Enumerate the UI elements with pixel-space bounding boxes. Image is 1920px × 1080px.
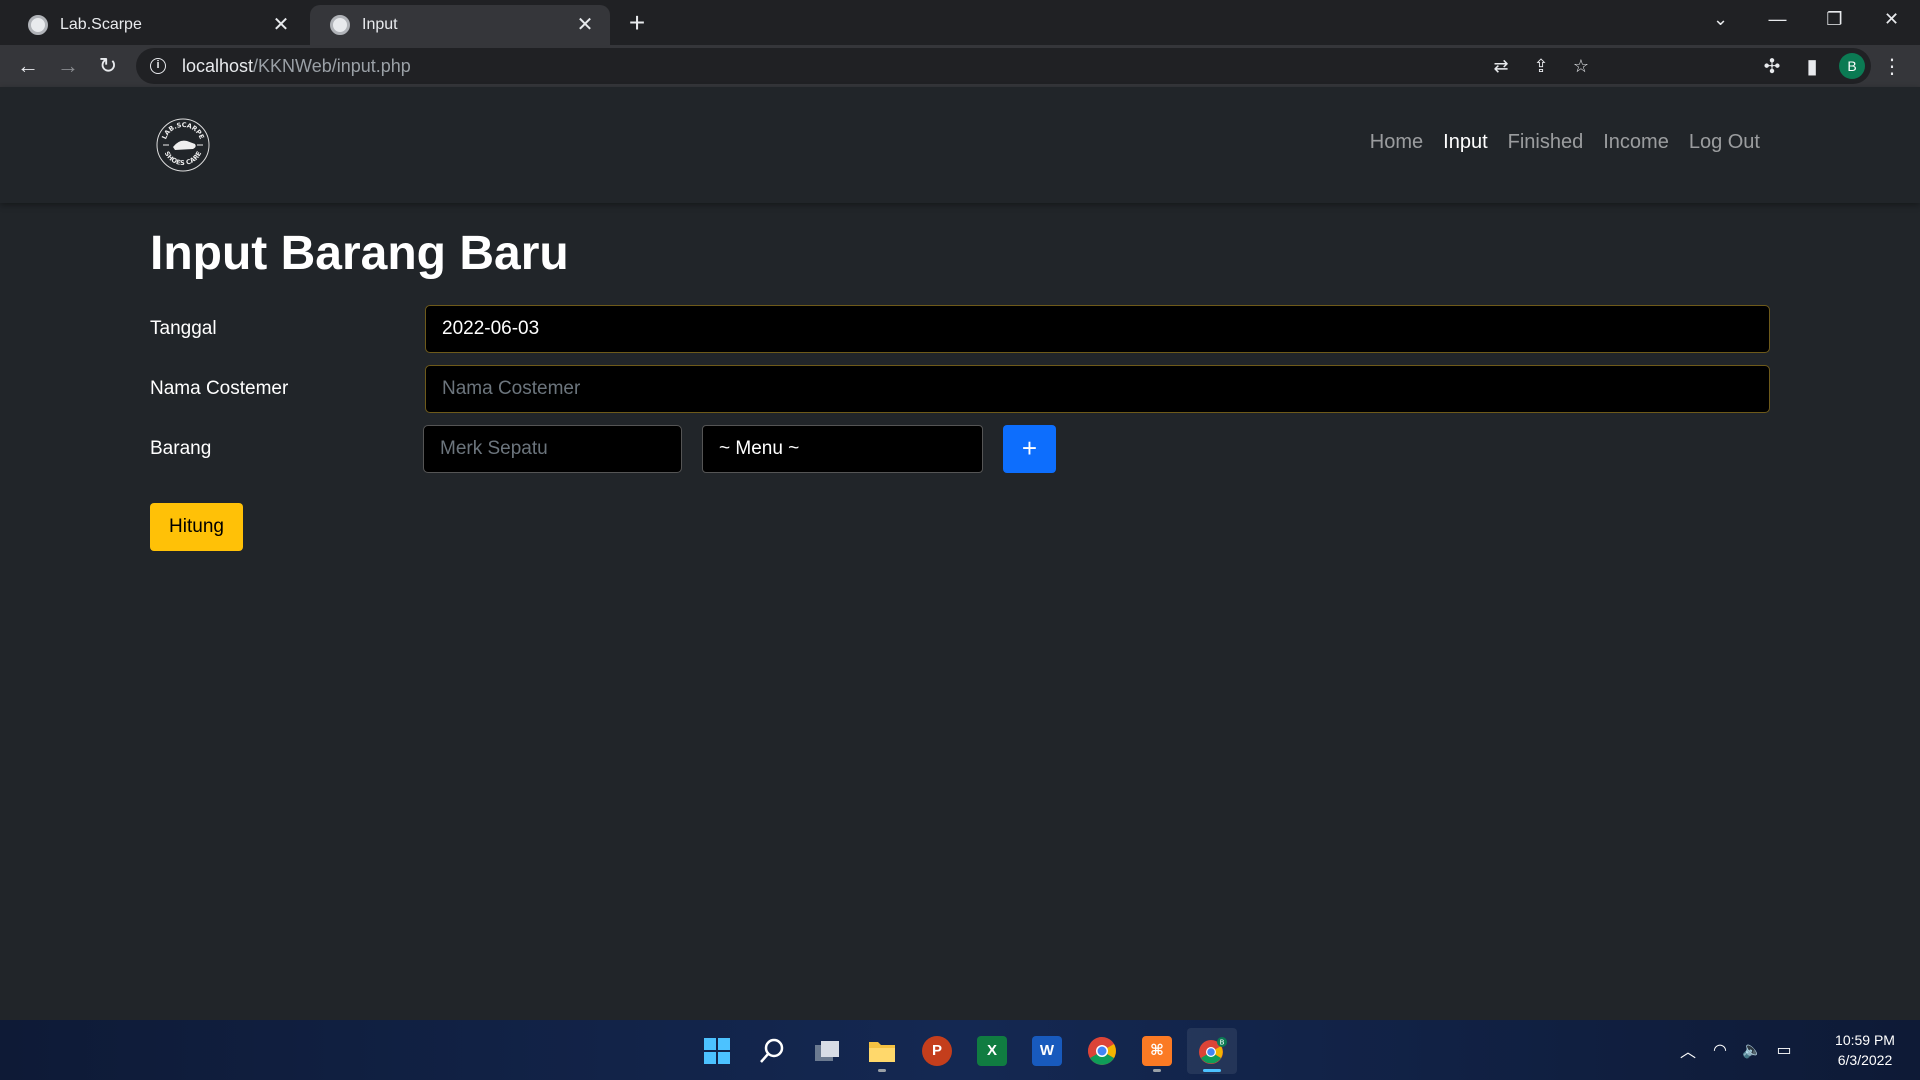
powerpoint-icon: P [922, 1036, 952, 1066]
search-button[interactable] [747, 1028, 797, 1074]
minimize-icon[interactable]: — [1749, 0, 1806, 38]
volume-icon[interactable]: 🔈 [1736, 1040, 1768, 1060]
chrome-profile-icon: B [1199, 1037, 1227, 1064]
page-title: Input Barang Baru [150, 227, 569, 280]
nav-link-log-out[interactable]: Log Out [1689, 131, 1760, 154]
active-indicator [1203, 1069, 1221, 1072]
omnibox-actions: ⇄ ⇪ ☆ [1481, 48, 1601, 84]
form-container: Input Barang Baru Tanggal 2022-06-03 Nam… [150, 203, 1770, 551]
share-icon[interactable]: ⇪ [1521, 56, 1561, 77]
forward-icon[interactable]: → [52, 50, 84, 82]
svg-text:LAB.SCARPE: LAB.SCARPE [160, 121, 206, 141]
barang-row: Barang Merk Sepatu ~ Menu ~ + [150, 425, 1770, 473]
barang-label: Barang [150, 438, 212, 459]
clock-date: 6/3/2022 [1837, 1052, 1893, 1068]
task-view-button[interactable] [802, 1028, 852, 1074]
tanggal-label: Tanggal [150, 318, 217, 339]
wifi-icon[interactable]: ◠ [1704, 1040, 1736, 1060]
folder-icon [869, 1042, 895, 1062]
kebab-menu-icon[interactable]: ⋮ [1872, 54, 1912, 79]
browser-tab-input[interactable]: Input ✕ [310, 5, 610, 45]
merk-sepatu-input[interactable]: Merk Sepatu [423, 425, 682, 473]
start-button[interactable] [692, 1028, 742, 1074]
add-item-button[interactable]: + [1003, 425, 1056, 473]
system-tray: ︿ ◠ 🔈 ▭ 10:59 PM 6/3/2022 [1672, 1020, 1920, 1080]
close-icon[interactable]: ✕ [270, 14, 292, 36]
running-indicator [1153, 1069, 1161, 1072]
xampp-button[interactable]: ⌘ [1132, 1028, 1182, 1074]
translate-icon[interactable]: ⇄ [1481, 56, 1521, 77]
windows-start-icon [704, 1038, 730, 1064]
address-bar[interactable]: i localhost/KKNWeb/input.php ⇄ ⇪ ☆ [136, 48, 1871, 84]
chrome-icon [1088, 1037, 1116, 1065]
url-text[interactable]: localhost/KKNWeb/input.php [182, 56, 411, 77]
globe-icon [28, 15, 48, 35]
nav-link-income[interactable]: Income [1603, 131, 1669, 154]
back-icon[interactable]: ← [12, 50, 44, 82]
window-controls: ⌄ — ❐ ✕ [1692, 0, 1920, 38]
powerpoint-button[interactable]: P [912, 1028, 962, 1074]
browser-tab-lab-scarpe[interactable]: Lab.Scarpe ✕ [8, 5, 306, 45]
close-icon[interactable]: ✕ [574, 14, 596, 36]
windows-taskbar: P X W ⌘ B ︿ ◠ 🔈 ▭ 10:59 PM 6/3/2022 [0, 1020, 1920, 1080]
nav-link-home[interactable]: Home [1370, 131, 1423, 154]
side-panel-icon[interactable]: ▮ [1792, 54, 1832, 79]
nav-link-finished[interactable]: Finished [1508, 131, 1584, 154]
main-navigation: Home Input Finished Income Log Out [1350, 131, 1760, 154]
close-window-icon[interactable]: ✕ [1863, 0, 1920, 38]
restore-icon[interactable]: ❐ [1806, 0, 1863, 38]
excel-button[interactable]: X [967, 1028, 1017, 1074]
chrome-button[interactable] [1077, 1028, 1127, 1074]
word-icon: W [1032, 1036, 1062, 1066]
browser-tab-strip: Lab.Scarpe ✕ Input ✕ + ⌄ — ❐ ✕ [0, 0, 1920, 45]
nav-link-input[interactable]: Input [1443, 131, 1487, 154]
browser-toolbar: ← → ↻ i localhost/KKNWeb/input.php ⇄ ⇪ ☆… [0, 45, 1920, 87]
running-indicator [878, 1069, 886, 1072]
menu-select[interactable]: ~ Menu ~ [702, 425, 983, 473]
hitung-button[interactable]: Hitung [150, 503, 243, 551]
info-icon[interactable]: i [150, 58, 166, 74]
chrome-profile-button[interactable]: B [1187, 1028, 1237, 1074]
nama-costemer-row: Nama Costemer Nama Costemer [150, 365, 1770, 413]
tab-title: Input [362, 16, 398, 33]
svg-text:B: B [1220, 1039, 1225, 1047]
extensions-icon[interactable]: ✣ [1752, 54, 1792, 79]
clock-time: 10:59 PM [1835, 1032, 1895, 1048]
task-view-icon [815, 1041, 839, 1061]
taskbar-apps: P X W ⌘ B [692, 1028, 1242, 1074]
chevron-up-icon[interactable]: ︿ [1672, 1038, 1704, 1062]
profile-avatar[interactable]: B [1839, 53, 1865, 79]
bookmark-star-icon[interactable]: ☆ [1561, 56, 1601, 77]
tab-title: Lab.Scarpe [60, 16, 142, 33]
nama-costemer-label: Nama Costemer [150, 378, 289, 399]
excel-icon: X [977, 1036, 1007, 1066]
lab-scarpe-logo[interactable]: LAB.SCARPE SHOES CARE [155, 117, 211, 173]
browser-toolbar-icons: ✣ ▮ B ⋮ [1752, 50, 1912, 82]
word-button[interactable]: W [1022, 1028, 1072, 1074]
xampp-icon: ⌘ [1142, 1036, 1172, 1066]
tanggal-date-input[interactable]: 2022-06-03 [425, 305, 1770, 353]
reload-icon[interactable]: ↻ [92, 50, 124, 82]
tanggal-row: Tanggal 2022-06-03 [150, 305, 1770, 353]
battery-icon[interactable]: ▭ [1768, 1040, 1800, 1060]
new-tab-button[interactable]: + [622, 8, 652, 38]
search-icon [760, 1038, 784, 1063]
site-navbar: LAB.SCARPE SHOES CARE Home Input Finishe… [0, 87, 1920, 203]
svg-text:SHOES CARE: SHOES CARE [163, 150, 204, 167]
file-explorer-button[interactable] [857, 1028, 907, 1074]
nama-costemer-input[interactable]: Nama Costemer [425, 365, 1770, 413]
globe-icon [330, 15, 350, 35]
tab-search-icon[interactable]: ⌄ [1692, 0, 1749, 38]
clock[interactable]: 10:59 PM 6/3/2022 [1810, 1030, 1920, 1070]
